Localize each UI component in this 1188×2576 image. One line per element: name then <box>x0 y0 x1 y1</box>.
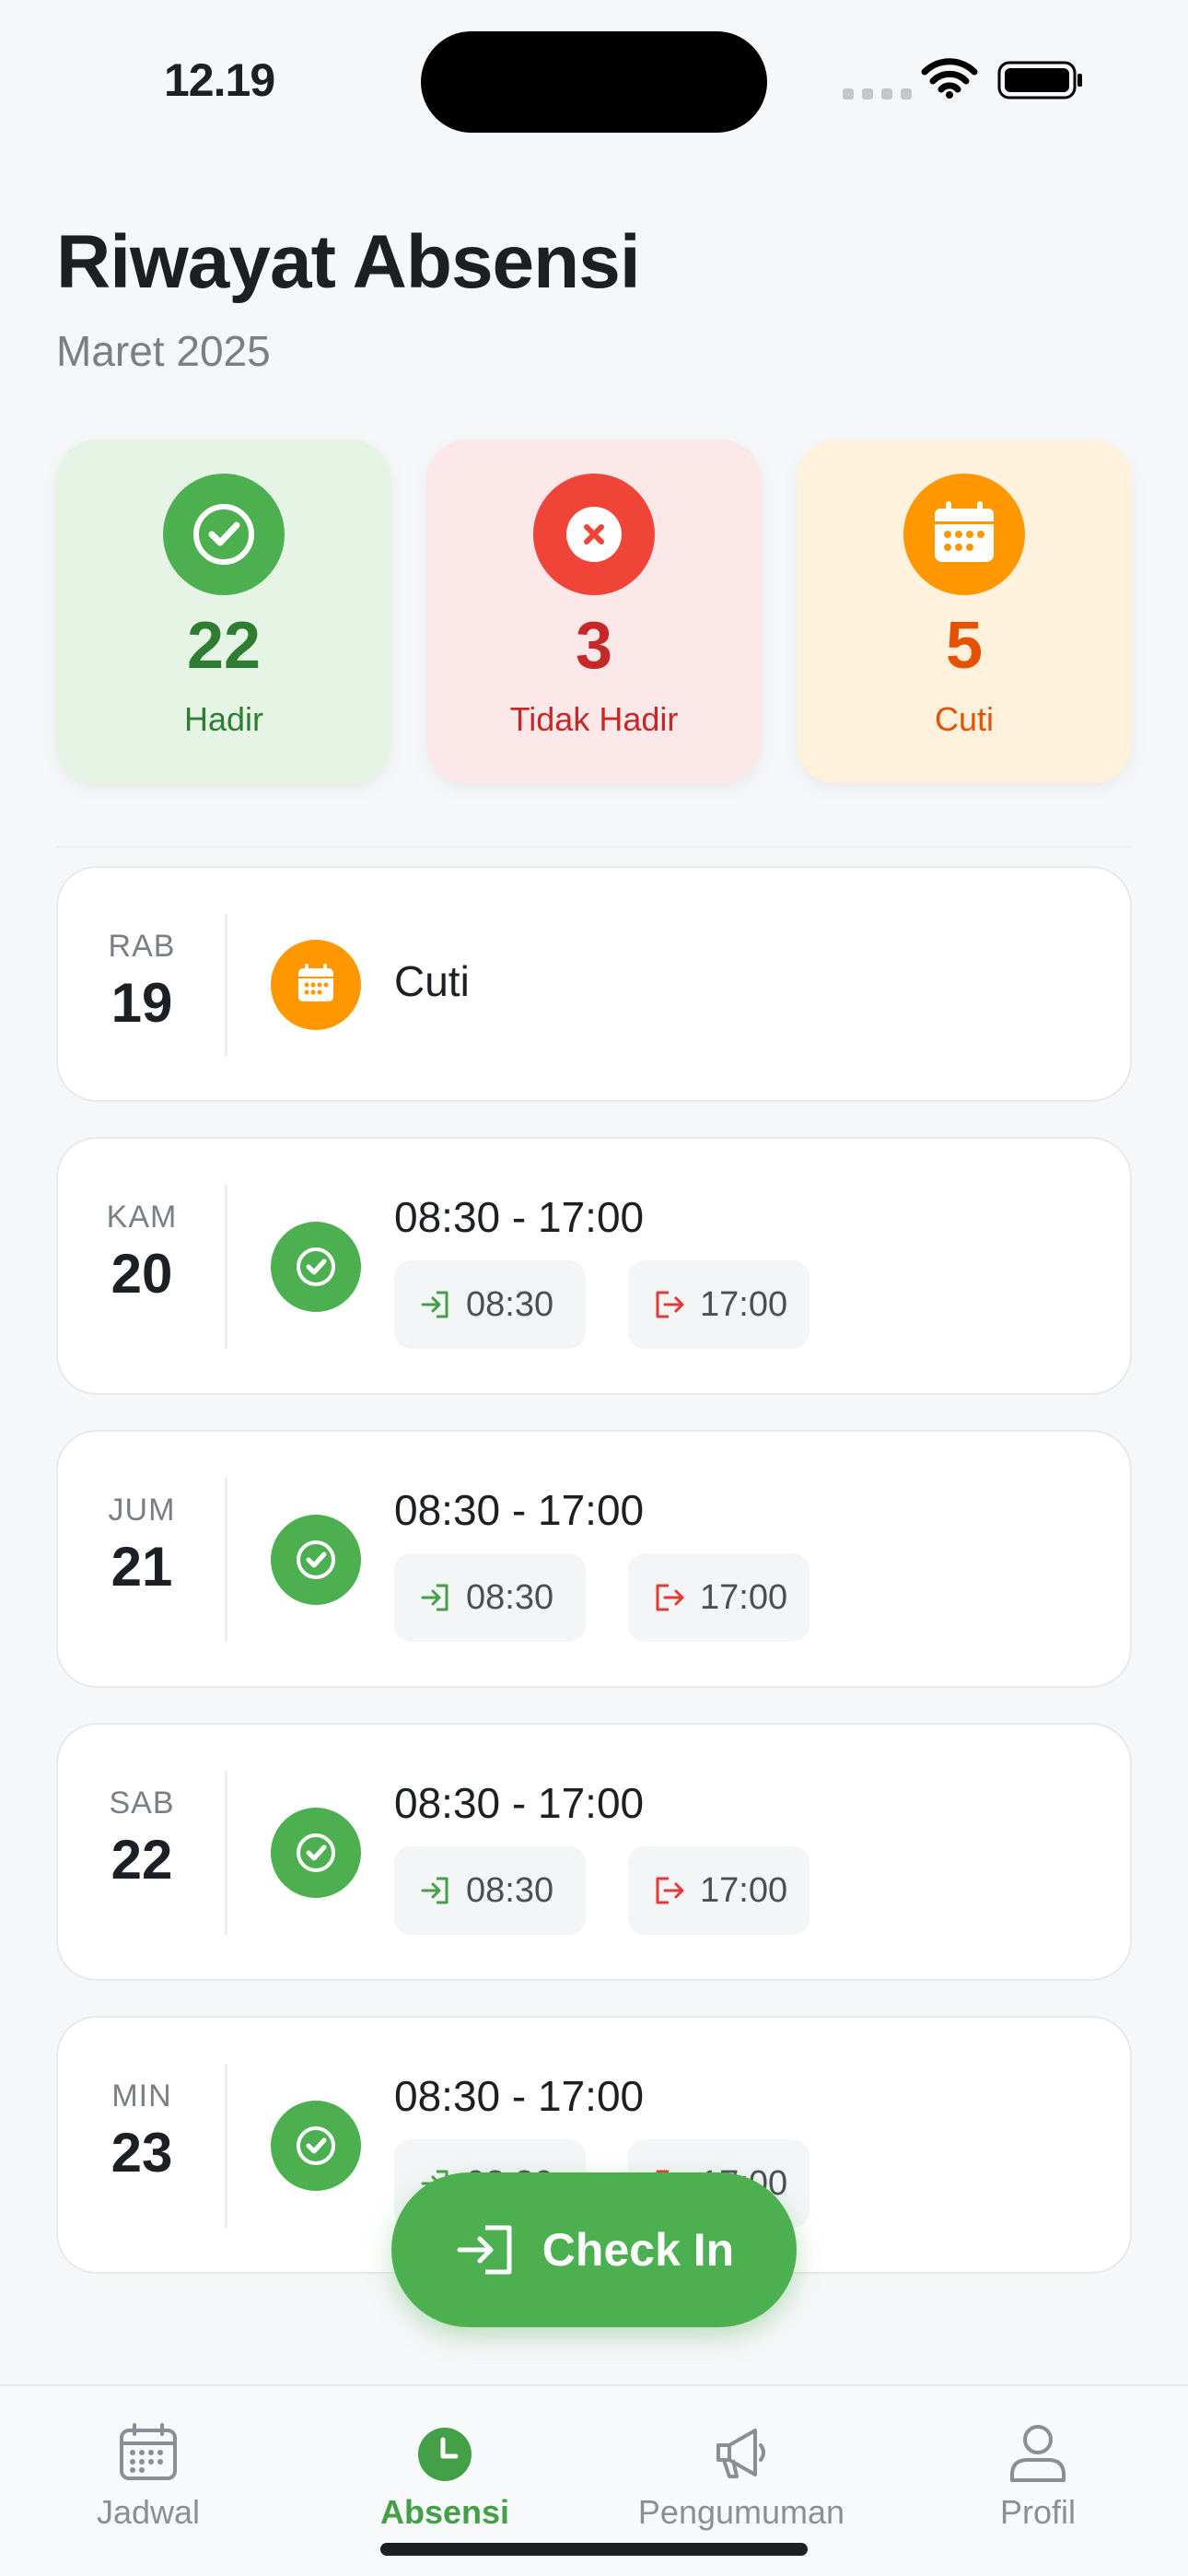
close-icon <box>533 474 655 595</box>
dynamic-island <box>421 31 767 133</box>
clock-icon <box>418 2428 472 2481</box>
logout-icon <box>656 1584 684 1611</box>
check-in-button[interactable]: Check In <box>391 2172 797 2327</box>
tab-profil[interactable]: Profil <box>918 2421 1158 2532</box>
attendance-record-21[interactable]: JUM 21 08:30 - 17:00 08:30 17:00 <box>56 1430 1132 1688</box>
attendance-record-22[interactable]: SAB 22 08:30 - 17:00 08:30 17:00 <box>56 1723 1132 1981</box>
record-date: 21 <box>111 1536 173 1598</box>
check-out-time: 17:00 <box>700 1870 788 1910</box>
record-shift-time: 08:30 - 17:00 <box>394 1486 645 1534</box>
check-circle-icon <box>271 1515 361 1605</box>
leave-label: Cuti <box>934 700 995 738</box>
check-out-time-chip: 17:00 <box>628 1846 809 1935</box>
present-label: Hadir <box>183 700 264 738</box>
home-indicator <box>380 2543 808 2556</box>
tab-label: Jadwal <box>96 2493 201 2531</box>
person-icon <box>1010 2425 1066 2482</box>
check-in-time: 08:30 <box>466 1870 554 1910</box>
check-in-time: 08:30 <box>466 1284 554 1324</box>
calendar-icon <box>271 940 361 1030</box>
check-out-time-chip: 17:00 <box>628 1260 809 1349</box>
login-icon <box>421 1877 448 1904</box>
tab-label: Profil <box>999 2493 1077 2531</box>
record-date: 22 <box>111 1829 173 1891</box>
logout-icon <box>656 1877 684 1904</box>
cellular-signal-icon <box>843 88 912 100</box>
record-status-text: Cuti <box>394 957 470 1005</box>
logout-icon <box>656 1291 684 1318</box>
check-in-time-chip: 08:30 <box>394 1553 586 1642</box>
period-label: Maret 2025 <box>56 327 271 375</box>
attendance-record-19[interactable]: RAB 19 Cuti <box>56 866 1132 1102</box>
check-out-time: 17:00 <box>700 1577 788 1617</box>
tab-absensi[interactable]: Absensi <box>325 2421 565 2532</box>
attendance-history-screen: 12.19 Riwayat Absensi Maret 2025 22 Hadi… <box>0 0 1188 2576</box>
tab-label: Absensi <box>379 2493 510 2531</box>
section-divider <box>56 846 1132 848</box>
check-circle-icon <box>271 1222 361 1312</box>
record-shift-time: 08:30 - 17:00 <box>394 1779 645 1827</box>
record-shift-time: 08:30 - 17:00 <box>394 2072 645 2120</box>
login-icon <box>421 1584 448 1611</box>
record-shift-time: 08:30 - 17:00 <box>394 1193 645 1241</box>
summary-card-present: 22 Hadir <box>56 440 391 783</box>
calendar-icon <box>903 474 1025 595</box>
summary-card-absent: 3 Tidak Hadir <box>426 440 762 783</box>
record-date: 19 <box>111 972 173 1034</box>
record-separator <box>225 1185 227 1349</box>
tab-pengumuman[interactable]: Pengumuman <box>622 2421 861 2532</box>
check-circle-icon <box>271 1808 361 1898</box>
record-separator <box>225 1771 227 1935</box>
present-count: 22 <box>186 609 262 683</box>
record-day-name: RAB <box>108 929 176 964</box>
record-separator <box>225 914 227 1056</box>
check-in-time-chip: 08:30 <box>394 1260 586 1349</box>
check-in-time: 08:30 <box>466 1577 554 1617</box>
megaphone-icon <box>716 2429 765 2478</box>
check-icon <box>163 474 285 595</box>
attendance-record-20[interactable]: KAM 20 08:30 - 17:00 08:30 17:00 <box>56 1137 1132 1395</box>
check-out-time-chip: 17:00 <box>628 1553 809 1642</box>
check-circle-icon <box>271 2101 361 2191</box>
check-in-button-label: Check In <box>542 2224 735 2276</box>
wifi-icon <box>921 58 978 99</box>
record-separator <box>225 1478 227 1642</box>
record-day-name: KAM <box>106 1200 178 1235</box>
calendar-icon <box>120 2423 177 2480</box>
absent-label: Tidak Hadir <box>509 700 679 738</box>
check-out-time: 17:00 <box>700 1284 788 1324</box>
leave-count: 5 <box>945 609 984 683</box>
record-day-name: JUM <box>108 1493 176 1528</box>
login-icon <box>457 2225 512 2275</box>
absent-count: 3 <box>575 609 613 683</box>
battery-icon <box>997 61 1082 100</box>
record-day-name: SAB <box>109 1786 175 1821</box>
summary-card-leave: 5 Cuti <box>797 440 1132 783</box>
check-in-time-chip: 08:30 <box>394 1846 586 1935</box>
login-icon <box>421 1291 448 1318</box>
tab-jadwal[interactable]: Jadwal <box>29 2421 268 2532</box>
record-date: 20 <box>111 1243 173 1305</box>
page-title: Riwayat Absensi <box>56 220 641 304</box>
record-date: 23 <box>111 2122 173 2184</box>
record-day-name: MIN <box>111 2078 172 2113</box>
status-time: 12.19 <box>164 54 275 106</box>
tab-label: Pengumuman <box>637 2493 845 2531</box>
record-separator <box>225 2064 227 2228</box>
